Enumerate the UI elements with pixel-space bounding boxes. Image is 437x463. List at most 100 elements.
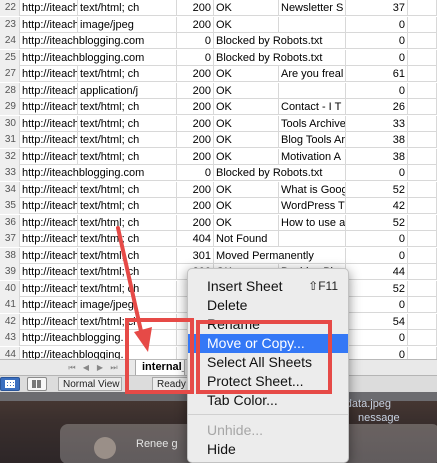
cell-length[interactable]: 0 bbox=[346, 33, 408, 49]
cell-status[interactable]: Blocked by Robots.txt bbox=[214, 33, 346, 49]
prev-sheet-icon[interactable]: ◀ bbox=[80, 363, 92, 373]
cell-content-type[interactable]: text/html; ch bbox=[78, 181, 177, 198]
cell-status-code[interactable]: 200 bbox=[177, 82, 214, 99]
cell-status[interactable]: OK bbox=[214, 82, 279, 99]
next-sheet-icon[interactable]: ▶ bbox=[94, 363, 106, 373]
menu-item-insert-sheet[interactable]: Insert Sheet ⇧F11 bbox=[188, 277, 348, 296]
cell-empty[interactable] bbox=[408, 280, 437, 297]
cell-content-type[interactable]: text/html; ch bbox=[78, 66, 177, 82]
cell-status[interactable]: OK bbox=[214, 115, 279, 132]
cell-empty[interactable] bbox=[408, 148, 437, 165]
cell-length[interactable]: 44 bbox=[346, 264, 408, 280]
cell-empty[interactable] bbox=[408, 99, 437, 115]
cell-url[interactable]: http://iteach bbox=[20, 148, 78, 165]
cell-length[interactable]: 0 bbox=[346, 16, 408, 33]
row-header[interactable]: 39 bbox=[0, 264, 20, 280]
cell-length[interactable]: 0 bbox=[346, 247, 408, 264]
cell-empty[interactable] bbox=[408, 247, 437, 264]
row-header[interactable]: 35 bbox=[0, 198, 20, 214]
cell-length[interactable]: 37 bbox=[346, 0, 408, 16]
cell-status-code[interactable]: 200 bbox=[177, 148, 214, 165]
normal-view-button[interactable] bbox=[0, 377, 20, 391]
cell-url[interactable]: http://iteach bbox=[20, 99, 78, 115]
cell-title[interactable]: Newsletter S bbox=[279, 0, 346, 16]
row-header[interactable]: 27 bbox=[0, 66, 20, 82]
cell-empty[interactable] bbox=[408, 231, 437, 247]
cell-url[interactable]: http://iteach bbox=[20, 132, 78, 148]
cell-empty[interactable] bbox=[408, 181, 437, 198]
row-header[interactable]: 32 bbox=[0, 148, 20, 165]
cell-content-type[interactable]: text/html; ch bbox=[78, 132, 177, 148]
cell-url[interactable]: http://iteach bbox=[20, 313, 78, 330]
cell-empty[interactable] bbox=[408, 214, 437, 231]
cell-title[interactable] bbox=[279, 82, 346, 99]
page-layout-view-button[interactable] bbox=[27, 377, 47, 391]
cell-content-type[interactable]: image/jpeg bbox=[78, 297, 177, 313]
cell-url[interactable]: http://iteach bbox=[20, 66, 78, 82]
cell-status-code[interactable]: 200 bbox=[177, 115, 214, 132]
cell-status-code[interactable]: 404 bbox=[177, 231, 214, 247]
row-header[interactable]: 28 bbox=[0, 82, 20, 99]
cell-url[interactable]: http://iteach bbox=[20, 82, 78, 99]
cell-status-code[interactable]: 0 bbox=[177, 165, 214, 181]
last-sheet-icon[interactable]: ⏭ bbox=[108, 363, 120, 373]
cell-length[interactable]: 38 bbox=[346, 132, 408, 148]
cell-status-code[interactable]: 200 bbox=[177, 66, 214, 82]
cell-url[interactable]: http://iteach bbox=[20, 214, 78, 231]
cell-title[interactable]: Contact - I T bbox=[279, 99, 346, 115]
cell-title[interactable]: How to use a bbox=[279, 214, 346, 231]
cell-status[interactable]: OK bbox=[214, 16, 279, 33]
cell-url[interactable]: http://iteachblogging.com bbox=[20, 49, 177, 66]
cell-length[interactable]: 52 bbox=[346, 280, 408, 297]
row-header[interactable]: 43 bbox=[0, 330, 20, 346]
cell-length[interactable]: 61 bbox=[346, 66, 408, 82]
cell-content-type[interactable]: text/html; ch bbox=[78, 247, 177, 264]
cell-empty[interactable] bbox=[408, 132, 437, 148]
cell-status[interactable]: OK bbox=[214, 148, 279, 165]
row-header[interactable]: 23 bbox=[0, 16, 20, 33]
cell-content-type[interactable]: text/html; ch bbox=[78, 264, 177, 280]
cell-url[interactable]: http://iteach bbox=[20, 0, 78, 16]
cell-content-type[interactable]: application/j bbox=[78, 82, 177, 99]
cell-status-code[interactable]: 301 bbox=[177, 247, 214, 264]
cell-status-code[interactable]: 200 bbox=[177, 99, 214, 115]
cell-url[interactable]: http://iteach bbox=[20, 264, 78, 280]
cell-title[interactable]: Motivation A bbox=[279, 148, 346, 165]
cell-url[interactable]: http://iteach bbox=[20, 115, 78, 132]
cell-status[interactable]: OK bbox=[214, 99, 279, 115]
cell-empty[interactable] bbox=[408, 198, 437, 214]
cell-length[interactable]: 0 bbox=[346, 231, 408, 247]
cell-empty[interactable] bbox=[408, 49, 437, 66]
cell-status-code[interactable]: 200 bbox=[177, 0, 214, 16]
row-header[interactable]: 33 bbox=[0, 165, 20, 181]
cell-status[interactable]: OK bbox=[214, 198, 279, 214]
cell-status[interactable]: OK bbox=[214, 0, 279, 16]
cell-status[interactable]: OK bbox=[214, 214, 279, 231]
cell-status[interactable]: OK bbox=[214, 132, 279, 148]
cell-length[interactable]: 52 bbox=[346, 214, 408, 231]
cell-empty[interactable] bbox=[408, 165, 437, 181]
cell-url[interactable]: http://iteach bbox=[20, 231, 78, 247]
cell-content-type[interactable]: image/jpeg bbox=[78, 16, 177, 33]
cell-empty[interactable] bbox=[408, 16, 437, 33]
row-header[interactable]: 41 bbox=[0, 297, 20, 313]
cell-length[interactable]: 33 bbox=[346, 115, 408, 132]
cell-content-type[interactable]: text/html; ch bbox=[78, 148, 177, 165]
cell-content-type[interactable]: text/html; ch bbox=[78, 99, 177, 115]
cell-length[interactable]: 38 bbox=[346, 148, 408, 165]
cell-length[interactable]: 0 bbox=[346, 82, 408, 99]
row-header[interactable]: 30 bbox=[0, 115, 20, 132]
row-header[interactable]: 42 bbox=[0, 313, 20, 330]
cell-status-code[interactable]: 200 bbox=[177, 198, 214, 214]
cell-url[interactable]: http://iteach bbox=[20, 280, 78, 297]
cell-status[interactable]: Not Found bbox=[214, 231, 279, 247]
row-header[interactable]: 24 bbox=[0, 33, 20, 49]
cell-title[interactable]: Blog Tools Ar bbox=[279, 132, 346, 148]
row-header[interactable]: 31 bbox=[0, 132, 20, 148]
cell-length[interactable]: 0 bbox=[346, 49, 408, 66]
cell-title[interactable]: What is Goog bbox=[279, 181, 346, 198]
cell-empty[interactable] bbox=[408, 297, 437, 313]
row-header[interactable]: 29 bbox=[0, 99, 20, 115]
cell-length[interactable]: 26 bbox=[346, 99, 408, 115]
cell-title[interactable]: Tools Archive bbox=[279, 115, 346, 132]
